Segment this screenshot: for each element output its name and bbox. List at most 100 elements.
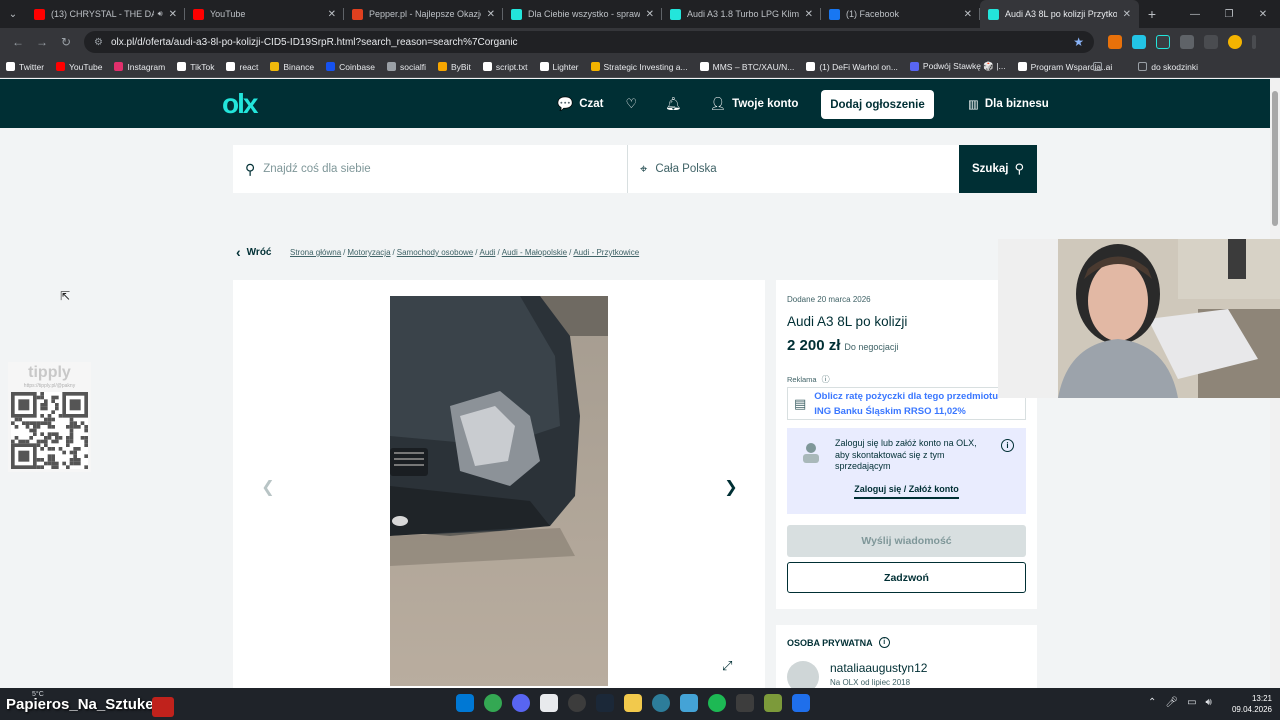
bookmark-label: MMS – BTC/XAU/N...	[712, 61, 795, 72]
bookmark-item[interactable]: Coinbase	[326, 61, 375, 72]
chat-link[interactable]: 💬 Czat	[557, 96, 603, 112]
close-tab-icon[interactable]: ✕	[487, 9, 495, 20]
forward-arrow-icon[interactable]: →	[30, 35, 54, 49]
extension-icon[interactable]	[1132, 35, 1146, 49]
car-photo[interactable]	[390, 296, 608, 686]
close-tab-icon[interactable]: ✕	[646, 9, 654, 20]
extension-icon[interactable]	[1156, 35, 1170, 49]
browser-tab[interactable]: (1) Facebook ✕	[821, 0, 980, 28]
bookmark-item[interactable]: ByBit	[438, 61, 471, 72]
back-arrow-icon[interactable]: ←	[6, 35, 30, 49]
info-icon[interactable]: ⓘ	[822, 374, 830, 385]
bookmark-item[interactable]: TikTok	[177, 61, 214, 72]
discord-icon[interactable]	[512, 694, 530, 712]
olx-logo[interactable]: olx	[222, 90, 258, 118]
close-tab-icon[interactable]: ✕	[328, 9, 336, 20]
notifications-link[interactable]: 🔔︎	[665, 96, 688, 112]
app-icon[interactable]	[736, 694, 754, 712]
call-button[interactable]: Zadzwoń	[787, 562, 1026, 593]
file-explorer-icon[interactable]	[624, 694, 642, 712]
bookmark-item[interactable]: Podwój Stawkę 🎲 |...	[909, 61, 1006, 72]
browser-tab[interactable]: Audi A3 8L po kolizji Przytkowi ✕	[980, 0, 1139, 28]
maximize-icon[interactable]: ❐	[1212, 9, 1246, 20]
spotify-icon[interactable]	[708, 694, 726, 712]
fullscreen-icon[interactable]: ⤢	[722, 658, 732, 674]
close-window-icon[interactable]: ✕	[1246, 9, 1280, 20]
bookmark-label: Twitter	[19, 61, 45, 72]
bookmark-item[interactable]: react	[226, 61, 258, 72]
app-icon[interactable]	[540, 694, 558, 712]
browser-tab[interactable]: Dla Ciebie wszystko - sprawdź ✕	[503, 0, 662, 28]
speaker-icon[interactable]: 🔊︎	[1206, 697, 1212, 708]
info-icon[interactable]: i	[878, 637, 890, 648]
business-link[interactable]: ▥ Dla biznesu	[968, 79, 1049, 128]
login-link[interactable]: Zaloguj się / Załóż konto	[854, 484, 959, 499]
profile-avatar[interactable]	[1228, 35, 1242, 49]
info-icon[interactable]: i	[1001, 439, 1014, 452]
browser-tab[interactable]: (13) CHRYSTAL - THE DAYS 🔊︎ ✕	[26, 0, 185, 28]
app-icon[interactable]	[680, 694, 698, 712]
start-button-icon[interactable]	[456, 694, 474, 712]
bookmark-item[interactable]: YouTube	[56, 61, 102, 72]
location-input[interactable]: ⌖ Cała Polska	[628, 145, 959, 193]
bookmark-item[interactable]: (1) DeFi Warhol on...	[806, 61, 898, 72]
scrollbar-thumb[interactable]	[1272, 91, 1278, 226]
gallery-next-arrow[interactable]: ❯	[720, 476, 742, 498]
steam-icon[interactable]	[596, 694, 614, 712]
bookmark-item[interactable]: Lighter	[539, 61, 579, 72]
breadcrumb-link[interactable]: Samochody osobowe	[397, 248, 474, 257]
bookmark-item[interactable]: script.txt	[482, 61, 528, 72]
gallery-prev-arrow[interactable]: ❮	[257, 476, 279, 498]
bookmark-item[interactable]: Strategic Investing a...	[590, 61, 688, 72]
bookmark-star-icon[interactable]: ★	[1073, 35, 1084, 49]
browser-tab[interactable]: YouTube ✕	[185, 0, 344, 28]
tab-search-icon[interactable]: ⌄	[0, 0, 26, 28]
new-tab-button[interactable]: +	[1139, 6, 1165, 22]
chrome-icon[interactable]	[484, 694, 502, 712]
system-clock[interactable]: 13:21 09.04.2026	[1228, 693, 1272, 715]
extension-icon[interactable]	[1108, 35, 1122, 49]
breadcrumb-link[interactable]: Audi - Przytkowice	[573, 248, 639, 257]
app-icon[interactable]	[652, 694, 670, 712]
menu-kebab-icon[interactable]	[1252, 35, 1256, 49]
close-tab-icon[interactable]: ✕	[805, 9, 813, 20]
close-tab-icon[interactable]: ✕	[1123, 9, 1131, 20]
breadcrumb-link[interactable]: Audi	[479, 248, 495, 257]
minimize-icon[interactable]: —	[1178, 9, 1212, 20]
bookmark-folder-skodzinki[interactable]: do skodzinki	[1138, 62, 1198, 72]
loan-calculator-link[interactable]: ▤ Oblicz ratę pożyczki dla tego przedmio…	[787, 387, 1026, 420]
site-info-icon[interactable]: ⚙	[94, 37, 103, 48]
app-icon[interactable]	[792, 694, 810, 712]
close-tab-icon[interactable]: ✕	[964, 9, 972, 20]
bookmark-item[interactable]: Binance	[270, 61, 314, 72]
browser-tab[interactable]: Pepper.pl - Najlepsze Okazje, R ✕	[344, 0, 503, 28]
address-bar[interactable]: ⚙ olx.pl/d/oferta/audi-a3-8l-po-kolizji-…	[84, 31, 1094, 53]
app-icon[interactable]	[764, 694, 782, 712]
breadcrumb-link[interactable]: Strona główna	[290, 248, 341, 257]
account-link[interactable]: 👤︎ Twoje konto	[710, 96, 799, 112]
bookmark-folder-ai[interactable]: ai	[1092, 62, 1112, 72]
obs-icon[interactable]	[568, 694, 586, 712]
search-input[interactable]: ⚲ Znajdź coś dla siebie	[233, 145, 628, 193]
tab-list-icon[interactable]	[1204, 35, 1218, 49]
microphone-icon[interactable]: 🎤︎	[1165, 697, 1178, 708]
reload-icon[interactable]: ↻	[54, 35, 78, 49]
favorites-link[interactable]: ♡	[625, 96, 643, 112]
close-tab-icon[interactable]: ✕	[169, 9, 177, 20]
seller-name[interactable]: nataliaaugustyn12	[830, 661, 927, 675]
bookmark-item[interactable]: socialfi	[387, 61, 426, 72]
display-icon[interactable]: ▭	[1187, 697, 1196, 708]
send-message-button[interactable]: Wyślij wiadomość	[787, 525, 1026, 557]
bookmark-item[interactable]: MMS – BTC/XAU/N...	[699, 61, 795, 72]
back-link[interactable]: ‹ Wróć	[236, 244, 272, 260]
browser-tab[interactable]: Audi A3 1.8 Turbo LPG Klima A ✕	[662, 0, 821, 28]
puzzle-icon[interactable]	[1180, 35, 1194, 49]
bookmark-item[interactable]: Instagram	[114, 61, 165, 72]
chevron-up-icon[interactable]: ⌃	[1148, 697, 1156, 708]
breadcrumb-link[interactable]: Motoryzacja	[347, 248, 390, 257]
bookmark-item[interactable]: Twitter	[6, 61, 44, 72]
speaker-icon[interactable]: 🔊︎	[158, 9, 163, 19]
search-button[interactable]: Szukaj ⚲	[959, 145, 1037, 193]
breadcrumb-link[interactable]: Audi - Małopolskie	[502, 248, 567, 257]
add-listing-button[interactable]: Dodaj ogłoszenie	[821, 90, 934, 119]
